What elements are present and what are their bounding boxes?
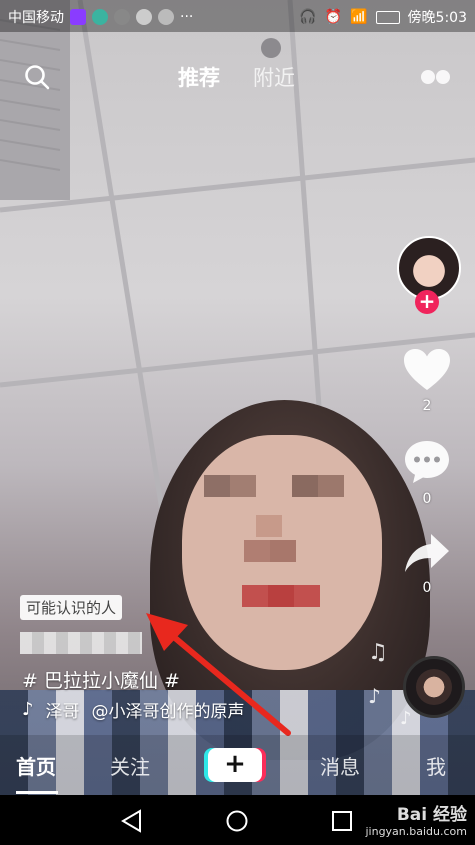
annotation-arrow (146, 613, 291, 736)
people-you-may-know-tag[interactable]: 可能认识的人 (20, 595, 123, 620)
music-disc[interactable] (403, 656, 465, 718)
share-button[interactable]: 0 (399, 532, 455, 596)
app-icon (70, 9, 86, 25)
search-icon[interactable] (24, 64, 50, 90)
back-icon[interactable] (120, 809, 144, 833)
watermark-url: jingyan.baidu.com (365, 825, 467, 838)
music-note-icon: ♪ (400, 708, 412, 729)
music-note-icon: ♪ (368, 684, 381, 708)
tab-me[interactable]: 我 (426, 751, 446, 780)
recent-apps-icon[interactable] (331, 810, 353, 832)
tab-messages[interactable]: 消息 (320, 751, 360, 780)
share-count: 0 (422, 580, 432, 596)
music-author: 泽哥 (45, 702, 80, 722)
comment-button[interactable]: 0 (399, 439, 455, 507)
status-bar: 中国移动 ··· 🎧 ⏰ 📶 傍晚5:03 (0, 0, 475, 32)
tiktok-note-icon: ♪ (22, 699, 34, 720)
top-bar: 推荐 附近 (0, 58, 475, 98)
video-feed-screen[interactable]: 中国移动 ··· 🎧 ⏰ 📶 傍晚5:03 推荐 附近 + 2 0 0 ♫ ♪ … (0, 0, 475, 845)
follow-button[interactable]: + (415, 290, 439, 314)
tab-follow[interactable]: 关注 (110, 751, 150, 780)
blurred-username[interactable] (20, 632, 142, 654)
baidu-jingyan-watermark: Bai 经验 jingyan.baidu.com (365, 800, 467, 838)
bottom-tab-bar: 首页 关注 + 消息 我 (0, 735, 475, 795)
heart-icon (404, 349, 450, 390)
clock: 傍晚5:03 (407, 10, 467, 26)
tab-recommend[interactable]: 推荐 (178, 62, 220, 92)
comment-icon (405, 441, 449, 483)
music-note-icon: ♫ (368, 640, 388, 665)
more-notifications-icon: ··· (180, 9, 194, 25)
app-icon (158, 9, 174, 25)
battery-icon (375, 10, 400, 24)
music-cover-avatar (416, 669, 452, 705)
watermark-brand: Bai 经验 (396, 805, 467, 825)
comment-count: 0 (422, 491, 432, 507)
create-video-button[interactable]: + (208, 748, 262, 782)
live-icon[interactable] (420, 68, 452, 86)
app-icon (136, 9, 152, 25)
home-icon[interactable] (225, 809, 249, 833)
tab-nearby[interactable]: 附近 (253, 62, 295, 92)
carrier-label: 中国移动 (8, 10, 64, 26)
app-icon (92, 9, 108, 25)
like-count: 2 (422, 398, 432, 414)
app-icon (114, 9, 130, 25)
like-button[interactable]: 2 (399, 348, 455, 414)
headphones-icon: 🎧 (299, 9, 317, 25)
alarm-icon: ⏰ (324, 9, 343, 25)
tab-home[interactable]: 首页 (16, 751, 56, 780)
home-tab-indicator (16, 791, 58, 794)
share-arrow-icon (405, 534, 449, 572)
wifi-icon: 📶 (350, 9, 368, 25)
